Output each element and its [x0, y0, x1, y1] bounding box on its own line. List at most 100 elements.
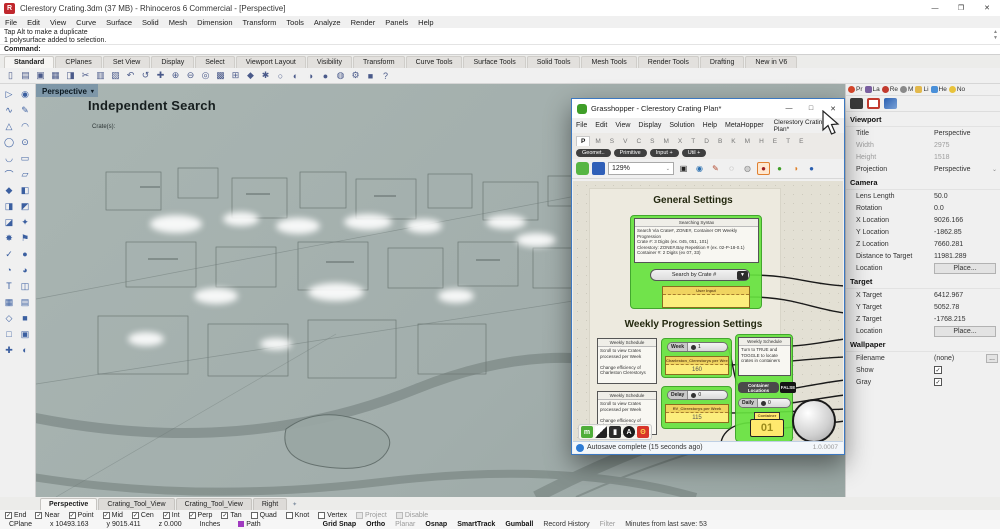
osnap-toggle[interactable]: Int — [162, 511, 180, 519]
toolbar-tab[interactable]: Solid Tools — [526, 56, 581, 68]
gh-component-tab[interactable]: V — [619, 137, 631, 146]
toolbar-tab[interactable]: Surface Tools — [463, 56, 526, 68]
status-toggle[interactable]: Grid Snap — [318, 521, 361, 528]
gh-component-tab[interactable]: M — [591, 137, 604, 146]
osnap-toggle[interactable]: Cen — [131, 511, 154, 519]
layer-pane[interactable]: Path — [229, 521, 269, 528]
toolbar-icon[interactable]: ▦ — [48, 69, 63, 83]
sidebar-tool-icon[interactable]: ■ — [17, 310, 33, 326]
menu-item[interactable]: Mesh — [164, 18, 192, 27]
toolbar-icon[interactable]: ⊖ — [183, 69, 198, 83]
projection-select[interactable]: Perspective — [934, 166, 992, 173]
sidebar-tool-icon[interactable]: ◫ — [17, 278, 33, 294]
gh-shaded-preview-icon[interactable]: ● — [757, 162, 770, 175]
sidebar-tool-icon[interactable]: ● — [17, 246, 33, 262]
gh-component-tab[interactable]: S — [606, 137, 618, 146]
menu-item[interactable]: Surface — [101, 18, 137, 27]
gh-component-tab[interactable]: P — [576, 136, 591, 146]
toolbar-icon[interactable]: ? — [378, 69, 393, 83]
gh-delay-slider[interactable]: Delay 0 — [667, 390, 728, 400]
toolbar-tab[interactable]: Mesh Tools — [581, 56, 637, 68]
gh-component-tab[interactable]: B — [714, 137, 726, 146]
gh-category-pill[interactable]: Geomet.. — [576, 148, 611, 157]
toolbar-icon[interactable]: ✚ — [153, 69, 168, 83]
sidebar-tool-icon[interactable]: ◇ — [1, 310, 17, 326]
battery-icon[interactable]: ▮ — [609, 426, 621, 438]
toolbar-icon[interactable]: ◆ — [243, 69, 258, 83]
menu-item[interactable]: Analyze — [309, 18, 346, 27]
toolbar-tab[interactable]: Set View — [102, 56, 151, 68]
toolbar-tab[interactable]: New in V6 — [745, 56, 798, 68]
metahopper-icon[interactable]: m — [581, 426, 593, 438]
sidebar-tool-icon[interactable]: ⌒ — [1, 166, 17, 182]
sidebar-tool-icon[interactable]: ✎ — [17, 102, 33, 118]
gh-search-mode-dropdown[interactable]: Search by Crate # ▼ — [650, 269, 750, 281]
menu-item[interactable]: Help — [413, 18, 438, 27]
toolbar-icon[interactable]: ▥ — [93, 69, 108, 83]
status-cell[interactable]: Inches — [191, 521, 230, 528]
gh-component-tab[interactable]: X — [674, 137, 686, 146]
gh-green-sphere-icon[interactable]: ● — [773, 162, 786, 175]
prop-value[interactable]: 50.0 — [934, 193, 1000, 200]
gh-component-tab[interactable]: C — [632, 137, 645, 146]
tab-notifications[interactable]: No — [948, 86, 965, 93]
osnap-toggle[interactable]: Perp — [188, 511, 212, 519]
toolbar-icon[interactable]: ✂ — [78, 69, 93, 83]
menu-item[interactable]: Edit — [22, 18, 45, 27]
gh-component-tab[interactable]: D — [700, 137, 713, 146]
osnap-toggle[interactable]: Near — [35, 511, 60, 519]
viewport-tab[interactable]: Right — [252, 498, 288, 510]
toolbar-tab[interactable]: Render Tools — [637, 56, 699, 68]
osnap-checkbox[interactable] — [395, 511, 403, 519]
tab-layers[interactable]: La — [864, 86, 880, 93]
toolbar-icon[interactable]: ▩ — [213, 69, 228, 83]
chevron-down-icon[interactable]: ⌄ — [992, 166, 1000, 173]
sidebar-tool-icon[interactable]: ▷ — [1, 86, 17, 102]
prop-value[interactable]: 11981.289 — [934, 253, 1000, 260]
gh-category-pill[interactable]: Primitive — [613, 148, 647, 157]
command-area[interactable]: Tap Alt to make a duplicate 1 polysurfac… — [0, 28, 1000, 55]
prop-value[interactable]: -1768.215 — [934, 316, 1000, 323]
status-toggle[interactable]: Filter — [595, 521, 621, 528]
gh-menu-item[interactable]: Solution — [665, 122, 698, 129]
status-toggle[interactable]: Gumball — [500, 521, 538, 528]
tab-help[interactable]: He — [930, 86, 947, 93]
osnap-checkbox[interactable] — [221, 511, 229, 519]
gh-maximize-button[interactable]: □ — [800, 99, 822, 118]
gh-minimize-button[interactable]: — — [778, 99, 800, 118]
osnap-checkbox[interactable] — [35, 511, 43, 519]
gh-user-input-panel[interactable]: User Input — [662, 286, 750, 308]
gh-component-tab[interactable]: T — [687, 137, 699, 146]
prop-value[interactable]: -1862.85 — [934, 229, 1000, 236]
gh-menu-item[interactable]: View — [611, 122, 634, 129]
toolbar-icon[interactable]: ○ — [273, 69, 288, 83]
slider-knob[interactable] — [690, 344, 696, 350]
sketch-tool-icon[interactable] — [595, 426, 607, 438]
toolbar-icon[interactable]: ▧ — [108, 69, 123, 83]
gh-weekly-note-1[interactable]: Weekly Schedule Scroll to view Crates pr… — [597, 338, 657, 384]
gh-save-icon[interactable] — [592, 162, 605, 175]
gh-blue-sphere-icon[interactable]: ● — [805, 162, 818, 175]
gh-zoom-select[interactable]: 129% ⌄ — [608, 162, 674, 175]
sidebar-tool-icon[interactable]: ◉ — [17, 86, 33, 102]
toolbar-icon[interactable]: ▤ — [18, 69, 33, 83]
prop-value[interactable]: 7660.281 — [934, 241, 1000, 248]
osnap-toggle[interactable]: Project — [356, 511, 387, 519]
osnap-toggle[interactable]: Quad — [250, 511, 277, 519]
gh-component-tab[interactable]: S — [646, 137, 658, 146]
gh-open-icon[interactable] — [576, 162, 589, 175]
viewport-tab[interactable]: Crating_Tool_View — [98, 498, 175, 510]
status-toggle[interactable]: Ortho — [361, 521, 390, 528]
gh-weekly-note-3[interactable]: Weekly Schedule Turn to TRUE and TOGGLE … — [738, 337, 791, 376]
osnap-checkbox[interactable] — [162, 511, 170, 519]
toolbar-icon[interactable]: ◐ — [288, 69, 303, 83]
grasshopper-window[interactable]: Grasshopper - Clerestory Crating Plan* —… — [571, 98, 845, 455]
sidebar-tool-icon[interactable]: ◡ — [1, 150, 17, 166]
sidebar-tool-icon[interactable]: ◆ — [1, 182, 17, 198]
gh-mesh-preview-icon[interactable]: ◍ — [741, 162, 754, 175]
toolbar-tab[interactable]: CPlanes — [55, 56, 102, 68]
toolbar-icon[interactable]: ⚙ — [348, 69, 363, 83]
sidebar-tool-icon[interactable]: □ — [1, 326, 17, 342]
sidebar-tool-icon[interactable]: ▱ — [17, 166, 33, 182]
tab-libraries[interactable]: Li — [915, 86, 929, 93]
